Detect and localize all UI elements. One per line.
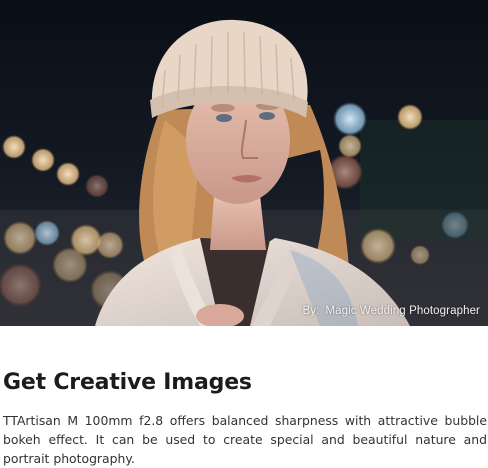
photo-credit-name: Magic Wedding Photographer <box>325 305 480 317</box>
section-description: TTArtisan M 100mm f2.8 offers balanced s… <box>3 413 487 466</box>
portrait-image <box>0 0 488 326</box>
photo-credit: By: Magic Wedding Photographer <box>303 305 480 317</box>
section-heading: Get Creative Images <box>3 370 252 395</box>
photo-credit-prefix: By: <box>302 305 320 317</box>
portrait-photo: By: Magic Wedding Photographer <box>0 0 488 326</box>
